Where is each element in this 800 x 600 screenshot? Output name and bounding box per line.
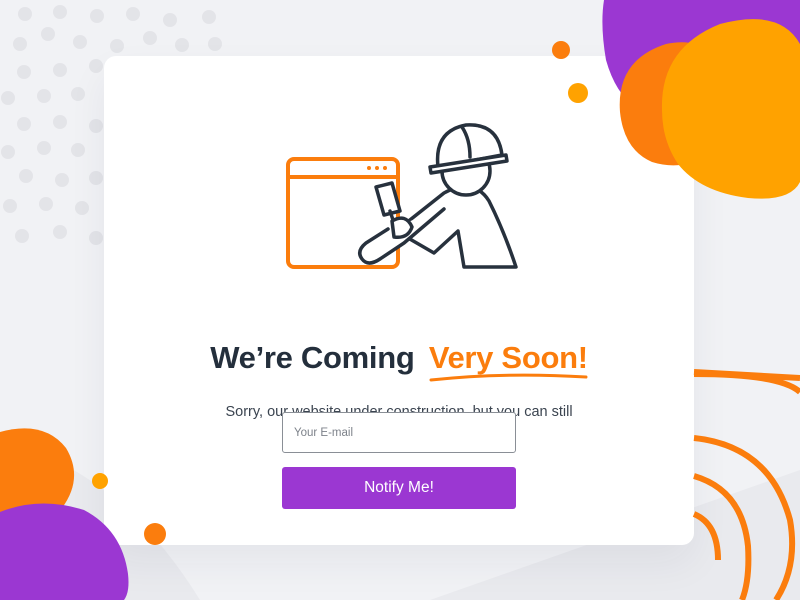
hard-hat-icon <box>428 123 509 175</box>
headline-underline <box>429 373 588 382</box>
page-title: We’re Coming Very Soon! <box>104 340 694 382</box>
headline-main: We’re Coming <box>210 340 415 375</box>
email-field[interactable] <box>282 412 516 453</box>
construction-illustration <box>286 123 518 269</box>
headline-accent: Very Soon! <box>429 340 588 382</box>
construction-worker-icon <box>358 123 518 269</box>
notify-button[interactable]: Notify Me! <box>282 467 516 509</box>
